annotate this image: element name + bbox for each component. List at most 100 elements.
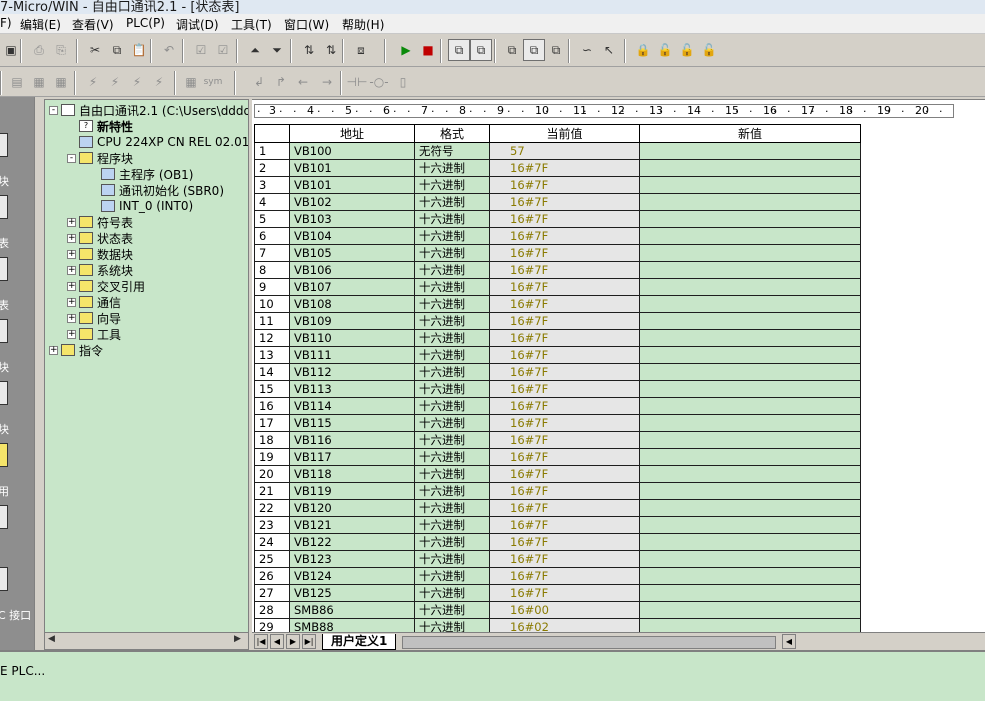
new-value-cell[interactable] bbox=[639, 499, 861, 517]
format-cell[interactable]: 无符号 bbox=[414, 142, 490, 160]
write-all-icon[interactable]: ▦ bbox=[28, 71, 50, 93]
contact-icon[interactable]: ⊣⊢ bbox=[346, 71, 368, 93]
single-read-icon[interactable]: ▤ bbox=[6, 71, 28, 93]
tree-item-2[interactable]: - 程序块 bbox=[67, 150, 133, 166]
format-cell[interactable]: 十六进制 bbox=[414, 278, 490, 296]
new-value-cell[interactable] bbox=[639, 210, 861, 228]
menu-item-6[interactable]: 窗口(W) bbox=[284, 16, 329, 33]
address-cell[interactable]: VB107 bbox=[289, 278, 415, 296]
stop-icon[interactable]: ■ bbox=[417, 39, 439, 61]
box-icon[interactable]: ▯ bbox=[392, 71, 414, 93]
new-value-cell[interactable] bbox=[639, 601, 861, 619]
address-cell[interactable]: VB101 bbox=[289, 159, 415, 177]
compile-icon[interactable]: ☑ bbox=[190, 39, 212, 61]
new-value-cell[interactable] bbox=[639, 431, 861, 449]
wire-up-icon[interactable]: ↱ bbox=[270, 71, 292, 93]
undo-icon[interactable]: ↶ bbox=[158, 39, 180, 61]
program-status-icon[interactable]: ⧉ bbox=[448, 39, 470, 61]
tree-item-10[interactable]: + 交叉引用 bbox=[67, 278, 145, 294]
new-value-cell[interactable] bbox=[639, 142, 861, 160]
expand-icon[interactable]: + bbox=[67, 249, 76, 259]
address-cell[interactable]: VB124 bbox=[289, 567, 415, 585]
print-icon[interactable]: ⎙ bbox=[28, 39, 50, 61]
chart-write-icon[interactable]: ⧉ bbox=[523, 39, 545, 61]
navbar-scrollbar[interactable] bbox=[34, 97, 42, 650]
tab-user-defined-1[interactable]: 用户定义1 bbox=[322, 634, 397, 650]
new-value-cell[interactable] bbox=[639, 397, 861, 415]
format-cell[interactable]: 十六进制 bbox=[414, 227, 490, 245]
menu-item-5[interactable]: 工具(T) bbox=[231, 16, 272, 33]
compile-all-icon[interactable]: ☑ bbox=[212, 39, 234, 61]
tree-item-0[interactable]: ? 新特性 bbox=[79, 118, 133, 134]
format-cell[interactable]: 十六进制 bbox=[414, 482, 490, 500]
new-value-cell[interactable] bbox=[639, 159, 861, 177]
format-cell[interactable]: 十六进制 bbox=[414, 176, 490, 194]
address-cell[interactable]: VB109 bbox=[289, 312, 415, 330]
options-icon[interactable]: ⧈ bbox=[350, 39, 372, 61]
collapse-icon[interactable]: - bbox=[49, 105, 58, 115]
address-cell[interactable]: VB110 bbox=[289, 329, 415, 347]
new-value-cell[interactable] bbox=[639, 346, 861, 364]
menu-item-1[interactable]: 编辑(E) bbox=[20, 16, 61, 33]
tab-next-icon[interactable]: ▶ bbox=[286, 634, 300, 649]
address-cell[interactable]: VB115 bbox=[289, 414, 415, 432]
tree-item-4[interactable]: 通讯初始化 (SBR0) bbox=[101, 182, 224, 198]
save-icon[interactable]: ▣ bbox=[0, 39, 22, 61]
menu-item-0[interactable]: F) bbox=[0, 16, 12, 30]
address-cell[interactable]: VB119 bbox=[289, 482, 415, 500]
download-icon[interactable]: ⏷ bbox=[266, 39, 288, 61]
address-cell[interactable]: VB108 bbox=[289, 295, 415, 313]
read-all-forced-icon[interactable]: ⚡ bbox=[148, 71, 170, 93]
tree-item-12[interactable]: + 向导 bbox=[67, 310, 121, 326]
collapse-icon[interactable]: - bbox=[67, 153, 76, 163]
status-chart-icon[interactable]: ⧉ bbox=[470, 39, 492, 61]
menu-item-7[interactable]: 帮助(H) bbox=[342, 16, 384, 33]
expand-icon[interactable]: + bbox=[67, 281, 76, 291]
new-value-cell[interactable] bbox=[639, 533, 861, 551]
address-cell[interactable]: SMB86 bbox=[289, 601, 415, 619]
wire-right-icon[interactable]: → bbox=[316, 71, 338, 93]
unforce-value-icon[interactable]: ⚡ bbox=[104, 71, 126, 93]
tab-prev-icon[interactable]: ◀ bbox=[270, 634, 284, 649]
unforce-all-icon[interactable]: 🔓 bbox=[676, 39, 698, 61]
format-cell[interactable]: 十六进制 bbox=[414, 159, 490, 177]
address-cell[interactable]: VB101 bbox=[289, 176, 415, 194]
trend-icon[interactable]: ▦ bbox=[50, 71, 72, 93]
format-cell[interactable]: 十六进制 bbox=[414, 380, 490, 398]
chart-edit-icon[interactable]: ⧉ bbox=[545, 39, 567, 61]
run-icon[interactable]: ▶ bbox=[395, 39, 417, 61]
copy-icon[interactable]: ⧉ bbox=[106, 39, 128, 61]
address-cell[interactable]: VB104 bbox=[289, 227, 415, 245]
address-cell[interactable]: VB125 bbox=[289, 584, 415, 602]
tree-item-9[interactable]: + 系统块 bbox=[67, 262, 133, 278]
expand-icon[interactable]: + bbox=[49, 345, 58, 355]
address-cell[interactable]: VB103 bbox=[289, 210, 415, 228]
tab-first-icon[interactable]: |◀ bbox=[254, 634, 268, 649]
address-cell[interactable]: VB120 bbox=[289, 499, 415, 517]
new-value-cell[interactable] bbox=[639, 193, 861, 211]
format-cell[interactable]: 十六进制 bbox=[414, 601, 490, 619]
address-cell[interactable]: VB114 bbox=[289, 397, 415, 415]
address-cell[interactable]: VB102 bbox=[289, 193, 415, 211]
format-cell[interactable]: 十六进制 bbox=[414, 397, 490, 415]
tree-item-3[interactable]: 主程序 (OB1) bbox=[101, 166, 194, 182]
tree-item-5[interactable]: INT_0 (INT0) bbox=[101, 198, 193, 214]
address-cell[interactable]: VB106 bbox=[289, 261, 415, 279]
tree-item-14[interactable]: + 指令 bbox=[49, 342, 103, 358]
wire-left-icon[interactable]: ← bbox=[292, 71, 314, 93]
new-value-cell[interactable] bbox=[639, 261, 861, 279]
new-value-cell[interactable] bbox=[639, 482, 861, 500]
unforce-icon[interactable]: 🔓 bbox=[654, 39, 676, 61]
format-cell[interactable]: 十六进制 bbox=[414, 210, 490, 228]
format-cell[interactable]: 十六进制 bbox=[414, 346, 490, 364]
new-value-cell[interactable] bbox=[639, 278, 861, 296]
tree-item-13[interactable]: + 工具 bbox=[67, 326, 121, 342]
address-cell[interactable]: VB100 bbox=[289, 142, 415, 160]
new-value-cell[interactable] bbox=[639, 329, 861, 347]
format-cell[interactable]: 十六进制 bbox=[414, 516, 490, 534]
format-cell[interactable]: 十六进制 bbox=[414, 550, 490, 568]
format-cell[interactable]: 十六进制 bbox=[414, 431, 490, 449]
sort-asc-icon[interactable]: ⇅ bbox=[298, 39, 320, 61]
new-value-cell[interactable] bbox=[639, 295, 861, 313]
address-cell[interactable]: VB117 bbox=[289, 448, 415, 466]
